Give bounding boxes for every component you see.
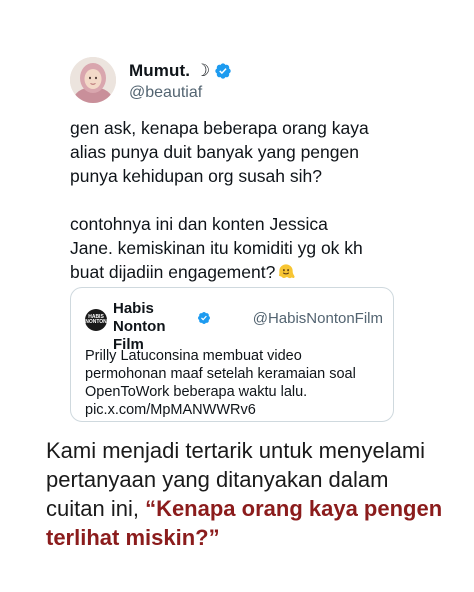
quoted-tweet-text: Prilly Latuconsina membuat video permoho… xyxy=(85,348,356,418)
avatar-photo-icon xyxy=(70,57,116,103)
tweet-paragraph-2-text: contohnya ini dan konten Jessica Jane. k… xyxy=(70,214,363,282)
caption: Kami menjadi tertarik untuk menyelami pe… xyxy=(46,436,446,552)
tweet-paragraph-2: contohnya ini dan konten Jessica Jane. k… xyxy=(70,212,410,284)
quoted-avatar[interactable]: HABIS NONTON xyxy=(85,309,107,331)
page: Mumut. ☽ @beautiaf gen ask, kenapa beber… xyxy=(0,0,474,592)
tweet-author: Mumut. ☽ @beautiaf xyxy=(129,59,232,102)
verified-badge-icon xyxy=(215,62,231,79)
tweet-header: Mumut. ☽ @beautiaf xyxy=(70,57,232,103)
avatar[interactable] xyxy=(70,57,116,103)
quoted-display-name-text: Habis Nonton Film xyxy=(113,300,166,353)
quoted-tweet-card[interactable]: HABIS NONTON Habis Nonton Film @HabisNon… xyxy=(70,287,394,422)
verified-badge-icon xyxy=(198,312,210,324)
display-name[interactable]: Mumut. ☽ xyxy=(129,61,210,81)
melting-face-icon xyxy=(279,264,295,279)
tweet-paragraph-1: gen ask, kenapa beberapa orang kaya alia… xyxy=(70,118,369,186)
quoted-avatar-text: HABIS NONTON xyxy=(85,314,107,325)
quoted-tweet-header: HABIS NONTON Habis Nonton Film @HabisNon… xyxy=(85,300,383,354)
display-name-row: Mumut. ☽ xyxy=(129,59,232,83)
handle[interactable]: @beautiaf xyxy=(129,84,232,102)
quoted-handle[interactable]: @HabisNontonFilm xyxy=(253,310,383,327)
tweet-text: gen ask, kenapa beberapa orang kaya alia… xyxy=(70,116,410,284)
quoted-display-name[interactable]: Habis Nonton Film xyxy=(113,300,217,354)
